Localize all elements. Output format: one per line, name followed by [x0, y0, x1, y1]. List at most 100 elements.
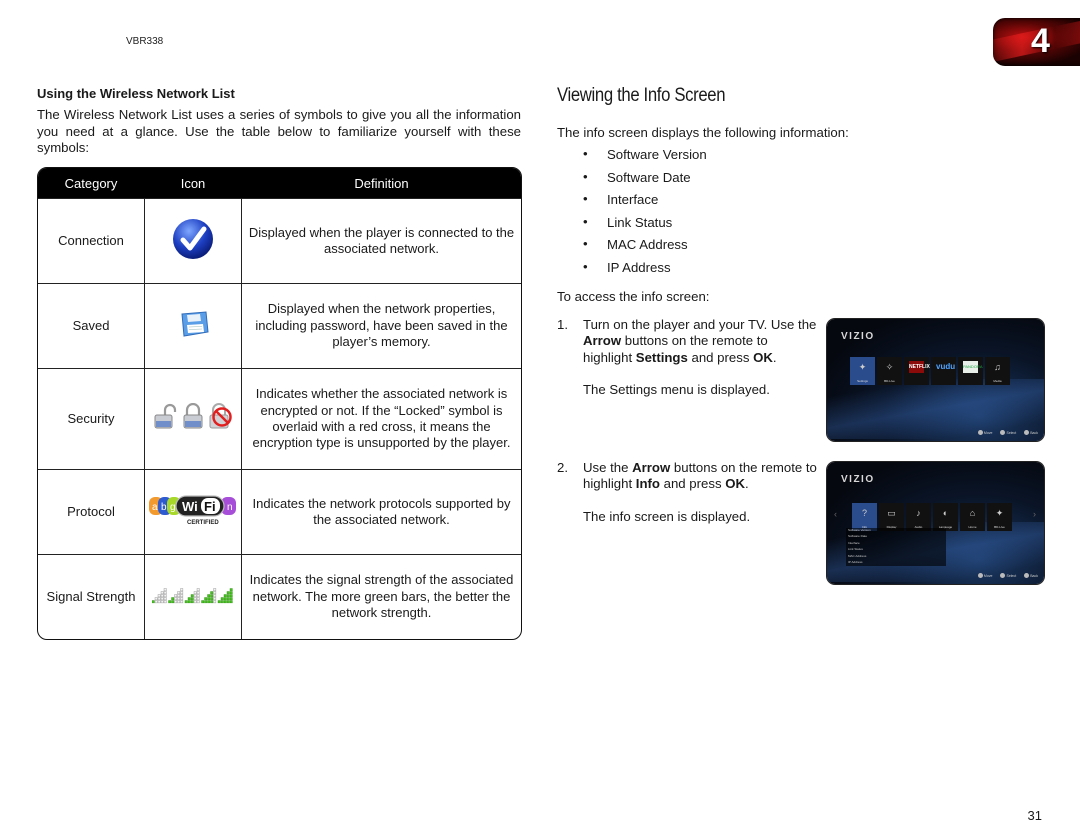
list-item: Software Version	[583, 146, 707, 170]
signal-level-glyph	[184, 588, 200, 603]
menu-tile: ▭ Display	[879, 503, 904, 531]
vizio-logo: VIZIO	[841, 331, 875, 342]
unlocked-padlock-icon	[154, 403, 177, 429]
info-row-label: IP Address	[848, 559, 863, 564]
menu-tiles: ✦ Settings ✧ BD-Live NETFLIX vudu PANDORA ♫ Medi…	[850, 357, 1010, 385]
step-2: 2. Use the Arrow buttons on the remote t…	[557, 460, 817, 525]
vizio-logo: VIZIO	[841, 474, 875, 485]
remote-hint-label: Select	[1006, 573, 1017, 578]
table-row: Security Indicates whether the associate…	[38, 368, 521, 469]
info-panel: Software Version Software Date Interface Li…	[846, 528, 946, 567]
chevron-right-icon: ›	[1033, 509, 1036, 519]
step-number: 1.	[557, 317, 568, 332]
list-item: IP Address	[583, 259, 707, 283]
chevron-left-icon: ‹	[834, 509, 837, 519]
menu-tile: ⌂ Home	[960, 503, 985, 531]
header-category: Category	[38, 168, 144, 198]
table-header: Category Icon Definition	[38, 168, 521, 198]
list-item: Link Status	[583, 214, 707, 238]
tile-icon: ⌂	[969, 508, 976, 518]
tile-icon: ?	[861, 508, 867, 518]
step-1: 1. Turn on the player and your TV. Use t…	[557, 317, 817, 399]
remote-hint-label: Back	[1030, 430, 1038, 435]
remote-button-icon	[1000, 430, 1006, 435]
remote-hint: Select	[1000, 430, 1016, 435]
menu-tile: NETFLIX	[904, 357, 930, 385]
remote-hint: Back	[1024, 573, 1038, 578]
wifi-letter: n	[227, 502, 233, 513]
unsupported-padlock-icon	[209, 402, 232, 429]
step-text: Turn on the player and your TV. Use the …	[583, 317, 817, 365]
row-category: Signal Strength	[38, 554, 144, 639]
list-item: Interface	[583, 191, 707, 215]
menu-tile: ✦ BD-Live	[987, 503, 1012, 531]
info-row: IP Address	[846, 560, 946, 566]
locked-padlock-icon	[183, 402, 203, 429]
row-category: Connection	[38, 198, 144, 283]
menu-tile: PANDORA	[958, 357, 983, 385]
info-bullet-list: Software Version Software Date Interface…	[583, 146, 707, 283]
info-intro: The info screen displays the following i…	[557, 125, 849, 140]
floppy-disk-icon	[181, 311, 209, 337]
row-definition: Displayed when the player is connected t…	[241, 198, 521, 283]
signal-level-glyph	[151, 588, 167, 603]
settings-menu-screenshot: VIZIO ✦ Settings ✧ BD-Live NETFLIX vudu PANDOR…	[827, 319, 1044, 441]
row-category: Protocol	[38, 469, 144, 554]
info-screen-screenshot: VIZIO ‹ › ? Info ▭ Display ♪ Audio ◐ Language ⌂ H…	[827, 462, 1044, 584]
remote-button-icon	[1000, 573, 1006, 578]
table-row: Signal Strength Indicates the signal str…	[38, 554, 521, 639]
remote-button-icon	[977, 430, 983, 435]
row-category: Saved	[38, 283, 144, 368]
remote-button-icon	[1024, 573, 1030, 578]
tile-label: BD-Live	[884, 379, 895, 383]
tile-icon: vudu	[936, 362, 956, 371]
row-definition: Displayed when the network properties, i…	[241, 283, 521, 368]
menu-tile: ♪ Audio	[906, 503, 931, 531]
wifi-certified-icon: a b g n Wi Fi CERTIFIED	[149, 495, 236, 526]
tile-icon: ◐	[942, 508, 949, 518]
step-result: The info screen is displayed.	[583, 508, 751, 524]
tile-icon: ✦	[995, 508, 1004, 518]
step-result: The Settings menu is displayed.	[583, 382, 770, 398]
tile-icon: ▭	[887, 508, 896, 518]
remote-hints: Move Select Back	[977, 430, 1038, 435]
tile-icon: ♪	[916, 508, 921, 518]
remote-button-icon	[1024, 430, 1030, 435]
remote-hints: Move Select Back	[977, 573, 1038, 578]
remote-hint: Move	[977, 430, 993, 435]
row-category: Security	[38, 368, 144, 469]
remote-hint: Move	[977, 573, 993, 578]
tile-icon: ✧	[885, 362, 894, 372]
signal-level-glyph	[201, 588, 217, 603]
svg-text:Fi: Fi	[204, 499, 216, 514]
checkmark-icon	[173, 218, 213, 259]
list-item: MAC Address	[583, 236, 707, 260]
svg-text:Wi: Wi	[182, 499, 198, 514]
remote-hint-label: Move	[983, 430, 993, 435]
table-row: Protocol a b g n Wi Fi CERTIFIED Indicat…	[38, 469, 521, 554]
page-number: 31	[1027, 808, 1042, 823]
wifi-letter: g	[170, 502, 176, 513]
tile-label: BD-Live	[994, 525, 1005, 529]
remote-hint: Select	[1000, 573, 1016, 578]
menu-tile: vudu	[931, 357, 956, 385]
chapter-tab: 4	[993, 18, 1080, 66]
tile-icon: PANDORA	[963, 361, 982, 373]
header-icon: Icon	[144, 168, 241, 198]
menu-tiles: ? Info ▭ Display ♪ Audio ◐ Language ⌂ Home ✦ BD-Liv…	[852, 503, 1012, 531]
section-intro: The Wireless Network List uses a series …	[37, 107, 521, 155]
wifi-letter: b	[161, 502, 167, 513]
remote-button-icon	[977, 573, 983, 578]
tile-icon: ♫	[994, 362, 1001, 372]
model-number: VBR338	[126, 36, 164, 47]
tile-icon: ✦	[858, 362, 867, 372]
tile-icon: NETFLIX	[909, 361, 930, 373]
remote-hint-label: Move	[983, 573, 993, 578]
signal-level-glyph	[168, 588, 184, 603]
signal-bars-icon	[151, 588, 233, 603]
step-number: 2.	[557, 460, 568, 475]
remote-hint-label: Select	[1006, 430, 1017, 435]
page-title: Viewing the Info Screen	[557, 85, 726, 106]
symbols-table: Category Icon Definition Connection Disp…	[37, 167, 522, 640]
table-row: Connection Displayed when the player is …	[38, 198, 521, 283]
